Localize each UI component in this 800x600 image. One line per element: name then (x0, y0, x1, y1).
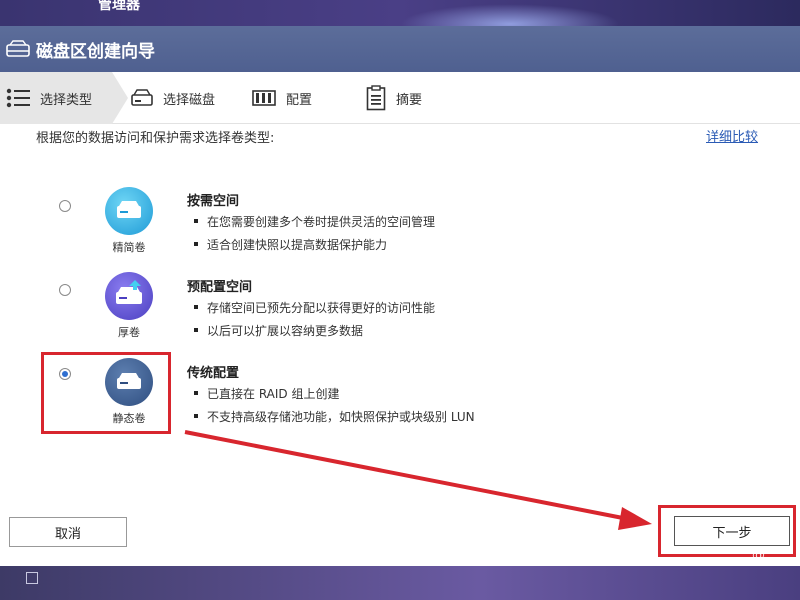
selection-highlight-box (41, 352, 171, 434)
step-label: 选择磁盘 (163, 92, 216, 108)
option-title-on-demand: 按需空间 (187, 194, 240, 209)
cancel-button[interactable]: 取消 (9, 517, 127, 547)
thin-volume-label: 精简卷 (112, 241, 146, 254)
step-label: 配置 (286, 92, 313, 108)
watermark: @ (752, 548, 765, 563)
step-label: 摘要 (396, 92, 423, 108)
disk-icon (131, 89, 153, 106)
next-button[interactable]: 下一步 (674, 516, 790, 546)
list-icon (6, 88, 30, 108)
list-item: 不支持高级存储池功能，如快照保护或块级别 LUN (194, 408, 475, 431)
step-configure: 配置 (252, 72, 312, 124)
config-icon (252, 90, 276, 106)
dialog-title: 磁盘区创建向导 (36, 42, 155, 62)
option-bullets-on-demand: 在您需要创建多个卷时提供灵活的空间管理 适合创建快照以提高数据保护能力 (194, 213, 435, 259)
option-title-preallocated: 预配置空间 (187, 280, 253, 295)
list-item: 已直接在 RAID 组上创建 (194, 385, 475, 408)
list-item: 在您需要创建多个卷时提供灵活的空间管理 (194, 213, 435, 236)
thick-volume-label: 厚卷 (118, 326, 140, 339)
list-item: 适合创建快照以提高数据保护能力 (194, 236, 435, 259)
clipboard-icon (366, 85, 386, 111)
step-select-disk: 选择磁盘 (131, 72, 215, 124)
option-bullets-preallocated: 存储空间已预先分配以获得更好的访问性能 以后可以扩展以容纳更多数据 (194, 299, 435, 345)
option-title-traditional: 传统配置 (187, 366, 240, 381)
radio-thin-volume[interactable] (59, 200, 71, 212)
external-link-icon[interactable] (26, 572, 38, 584)
desktop-top-bar: 管理器 (0, 0, 800, 26)
step-label: 选择类型 (40, 92, 93, 108)
desktop-taskbar (0, 566, 800, 600)
disk-icon (6, 40, 30, 57)
step-summary: 摘要 (366, 72, 422, 124)
step-select-type: 选择类型 (6, 72, 92, 124)
list-item: 存储空间已预先分配以获得更好的访问性能 (194, 299, 435, 322)
thick-volume-icon (105, 272, 153, 320)
thin-volume-icon (105, 187, 153, 235)
option-bullets-traditional: 已直接在 RAID 组上创建 不支持高级存储池功能，如快照保护或块级别 LUN (194, 385, 475, 431)
volume-type-prompt: 根据您的数据访问和保护需求选择卷类型: (36, 131, 275, 146)
wizard-steps: 选择类型 选择磁盘 配置 摘要 (0, 72, 800, 124)
list-item: 以后可以扩展以容纳更多数据 (194, 322, 435, 345)
desktop-glow (400, 4, 620, 26)
desktop-app-title: 管理器 (98, 0, 140, 13)
detailed-compare-link[interactable]: 详细比较 (706, 126, 758, 145)
dialog-header: 磁盘区创建向导 (0, 26, 800, 72)
radio-thick-volume[interactable] (59, 284, 71, 296)
